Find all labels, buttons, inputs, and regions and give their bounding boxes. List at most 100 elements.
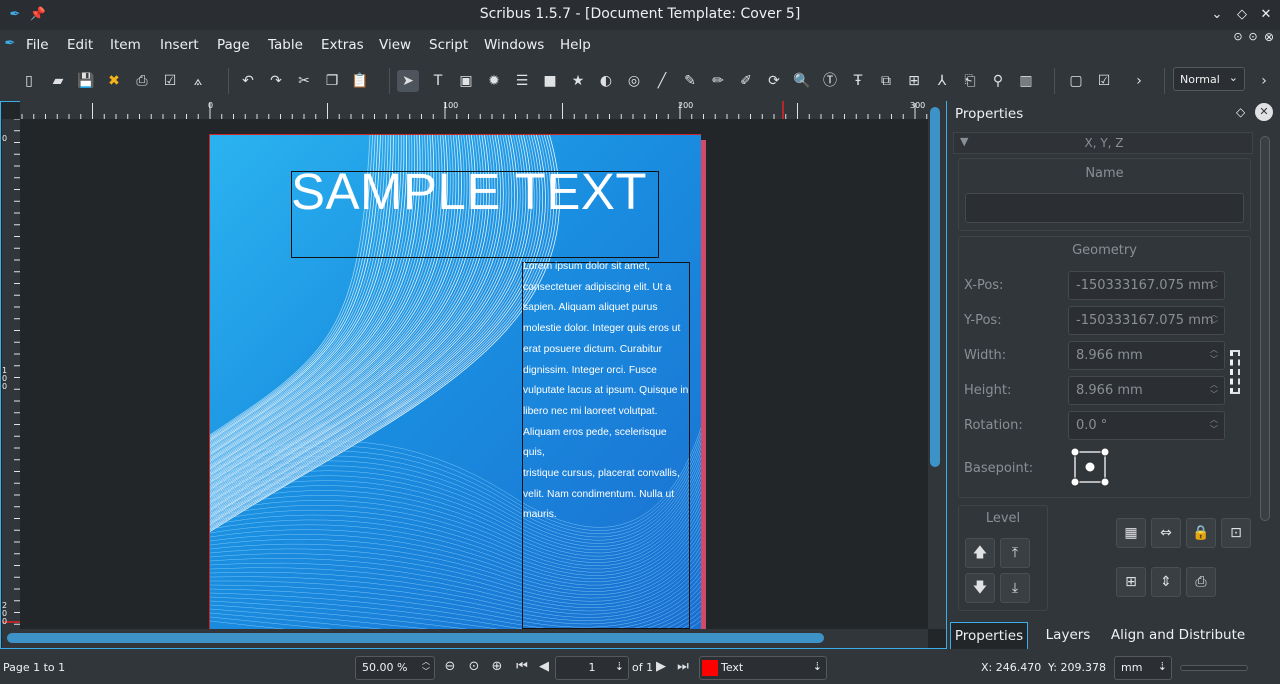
raise-to-top-button[interactable]: ⤒ <box>1000 538 1030 568</box>
link-proportions-icon[interactable] <box>1230 350 1240 394</box>
basepoint-selector[interactable] <box>1069 446 1111 488</box>
bezier-icon[interactable]: ✎ <box>679 70 701 92</box>
zoom-in-icon[interactable]: ⊕ <box>488 658 506 676</box>
image-frame-icon[interactable]: ▣ <box>455 70 477 92</box>
redo-icon[interactable]: ↷ <box>265 70 287 92</box>
paste-icon[interactable]: 📋 <box>349 70 371 92</box>
xyz-section-header[interactable]: ▼ X, Y, Z <box>953 132 1253 154</box>
menu-help[interactable]: Help <box>560 37 591 53</box>
xpos-field[interactable]: -150333167.075 mm ︿ ﹀ <box>1068 271 1225 300</box>
vertical-scrollbar[interactable] <box>928 101 946 629</box>
menu-table[interactable]: Table <box>268 37 303 53</box>
render-frame-icon[interactable]: ✹ <box>483 70 505 92</box>
new-document-icon[interactable]: ▯ <box>18 70 40 92</box>
print-icon[interactable]: ⎙ <box>131 70 153 92</box>
height-field[interactable]: 8.966 mm ︿ ﹀ <box>1068 376 1225 405</box>
doc-close-icon[interactable]: ⊗ <box>1259 27 1279 47</box>
style-select[interactable]: Normal ⌄ <box>1173 67 1245 91</box>
zoom-out-icon[interactable]: ⊖ <box>441 658 459 676</box>
maximize-icon[interactable]: ◇ <box>1232 5 1252 25</box>
horizontal-ruler[interactable]: 0 100 200 300 <box>20 101 928 119</box>
lower-level-button[interactable]: 🡇 <box>965 573 995 603</box>
zoom-field[interactable]: 50.00 % ︿ ﹀ <box>355 656 435 680</box>
toolbar-more-icon[interactable]: › <box>1128 70 1150 92</box>
open-icon[interactable]: ▰ <box>47 70 69 92</box>
minimize-icon[interactable]: ⌄ <box>1207 5 1227 25</box>
close-document-icon[interactable]: ✖ <box>103 70 125 92</box>
menu-extras[interactable]: Extras <box>321 37 364 53</box>
last-page-icon[interactable]: ⏭ <box>674 658 692 676</box>
group-icon[interactable]: ▦ <box>1116 518 1146 548</box>
cut-icon[interactable]: ✂ <box>293 70 315 92</box>
width-stepper-icon[interactable]: ︿ ﹀ <box>1210 345 1218 365</box>
tab-properties[interactable]: Properties <box>950 622 1028 649</box>
lock-size-icon[interactable]: ⊡ <box>1221 518 1251 548</box>
spiral-icon[interactable]: ◎ <box>623 70 645 92</box>
menu-item[interactable]: Item <box>110 37 141 53</box>
menu-script[interactable]: Script <box>429 37 468 53</box>
width-field[interactable]: 8.966 mm ︿ ﹀ <box>1068 341 1225 370</box>
zoom-stepper-icon[interactable]: ︿ ﹀ <box>422 657 430 677</box>
ungroup-icon[interactable]: ⊞ <box>1116 567 1146 597</box>
eyedropper-icon[interactable]: ⚲ <box>987 70 1009 92</box>
menu-view[interactable]: View <box>379 37 411 53</box>
xpos-stepper-icon[interactable]: ︿ ﹀ <box>1210 275 1218 295</box>
previous-page-icon[interactable]: ◀ <box>535 658 553 676</box>
flip-horizontal-icon[interactable]: ⇔ <box>1151 518 1181 548</box>
polygon-icon[interactable]: ★ <box>567 70 589 92</box>
unit-select[interactable]: mm ⇣ <box>1114 656 1172 680</box>
first-page-icon[interactable]: ⏮ <box>513 658 531 676</box>
panel-scroll-thumb[interactable] <box>1260 136 1270 521</box>
flip-vertical-icon[interactable]: ⇕ <box>1151 567 1181 597</box>
copy-icon[interactable]: ❐ <box>321 70 343 92</box>
tab-layers[interactable]: Layers <box>1038 622 1098 649</box>
ypos-field[interactable]: -150333167.075 mm ︿ ﹀ <box>1068 306 1225 335</box>
toolbar-more-2-icon[interactable]: › <box>1253 70 1275 92</box>
menu-insert[interactable]: Insert <box>160 37 199 53</box>
line-icon[interactable]: ╱ <box>651 70 673 92</box>
page-dropdown-icon[interactable]: ⇣ <box>615 660 624 673</box>
unlink-frames-icon[interactable]: ⊞ <box>903 70 925 92</box>
menu-file[interactable]: File <box>26 37 49 53</box>
text-with-style-icon[interactable]: Ŧ <box>847 70 869 92</box>
preview-mode-icon[interactable]: ▢ <box>1065 70 1087 92</box>
rotate-icon[interactable]: ⟳ <box>763 70 785 92</box>
rotation-stepper-icon[interactable]: ︿ ﹀ <box>1210 415 1218 435</box>
link-frames-icon[interactable]: ⧉ <box>875 70 897 92</box>
lower-to-bottom-button[interactable]: ⤓ <box>1000 573 1030 603</box>
arc-icon[interactable]: ◐ <box>595 70 617 92</box>
select-pointer-icon[interactable]: ➤ <box>397 70 419 92</box>
vertical-ruler[interactable]: 0 100 200 <box>2 119 20 629</box>
zoom-actual-icon[interactable]: ⊙ <box>465 658 483 676</box>
save-icon[interactable]: 💾 <box>75 70 97 92</box>
calligraphic-icon[interactable]: ✐ <box>735 70 757 92</box>
menu-page[interactable]: Page <box>217 37 250 53</box>
raise-level-button[interactable]: 🡅 <box>965 538 995 568</box>
printable-icon[interactable]: ⎙ <box>1186 567 1216 597</box>
edit-text-icon[interactable]: Ⓣ <box>819 70 841 92</box>
checkbox-field-icon[interactable]: ☑ <box>1093 70 1115 92</box>
copy-properties-icon[interactable]: ⎗ <box>959 70 981 92</box>
zoom-icon[interactable]: 🔍 <box>791 70 813 92</box>
name-field[interactable] <box>965 193 1244 223</box>
ypos-stepper-icon[interactable]: ︿ ﹀ <box>1210 310 1218 330</box>
page-number-field[interactable]: 1 ⇣ <box>555 656 629 680</box>
barcode-icon[interactable]: ▥ <box>1015 70 1037 92</box>
export-pdf-icon[interactable]: ⟑ <box>187 70 209 92</box>
measure-icon[interactable]: ⅄ <box>931 70 953 92</box>
close-panel-icon[interactable]: ✕ <box>1255 103 1273 121</box>
freehand-icon[interactable]: ✏ <box>707 70 729 92</box>
next-page-icon[interactable]: ▶ <box>652 658 670 676</box>
menu-edit[interactable]: Edit <box>67 37 93 53</box>
table-icon[interactable]: ☰ <box>511 70 533 92</box>
close-icon[interactable]: ✕ <box>1256 5 1276 25</box>
height-stepper-icon[interactable]: ︿ ﹀ <box>1210 380 1218 400</box>
undo-icon[interactable]: ↶ <box>237 70 259 92</box>
text-frame-icon[interactable]: T <box>427 70 449 92</box>
lock-icon[interactable]: 🔒 <box>1186 518 1216 548</box>
preflight-check-icon[interactable]: ☑ <box>159 70 181 92</box>
rotation-field[interactable]: 0.0 ° ︿ ﹀ <box>1068 411 1225 440</box>
horizontal-scrollbar[interactable] <box>2 629 928 648</box>
menu-windows[interactable]: Windows <box>484 37 544 53</box>
vertical-scroll-thumb[interactable] <box>930 107 940 467</box>
